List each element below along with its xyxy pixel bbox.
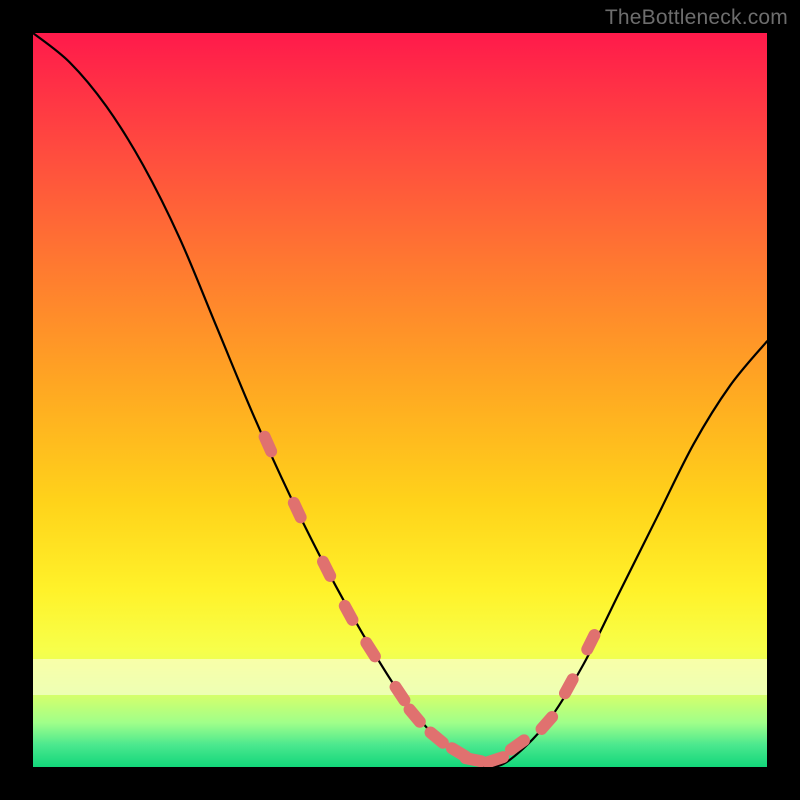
- highlight-dots: [265, 437, 595, 762]
- highlight-dot: [294, 503, 301, 517]
- highlight-dot: [431, 733, 443, 743]
- chart-frame: TheBottleneck.com: [0, 0, 800, 800]
- highlight-dot: [488, 757, 503, 762]
- bottleneck-curve: [33, 33, 767, 767]
- highlight-dot: [511, 740, 524, 749]
- highlight-dot: [587, 635, 594, 649]
- curve-layer: [33, 33, 767, 767]
- highlight-dot: [565, 679, 573, 693]
- highlight-dot: [466, 758, 482, 761]
- highlight-dot: [265, 437, 271, 452]
- highlight-dot: [323, 562, 330, 576]
- highlight-dot: [396, 687, 405, 700]
- highlight-dot: [345, 606, 353, 620]
- highlight-dot: [542, 717, 553, 729]
- highlight-dot: [410, 709, 420, 721]
- plot-area: [33, 33, 767, 767]
- highlight-dot: [366, 643, 375, 656]
- watermark-text: TheBottleneck.com: [605, 6, 788, 30]
